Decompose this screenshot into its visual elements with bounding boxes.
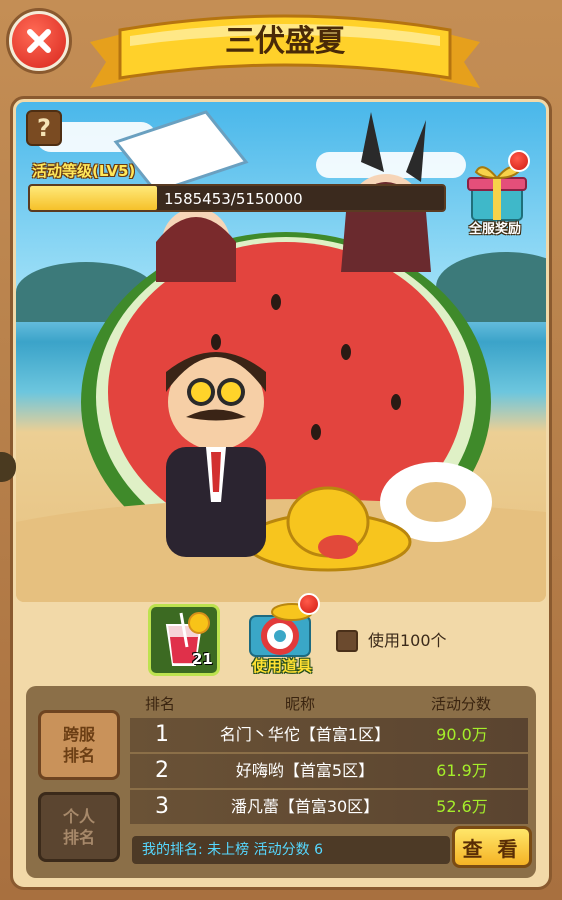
server-reward-label: 全服奖励 [468, 222, 521, 237]
tab-personal-ranking[interactable]: 个人排名 [38, 792, 120, 862]
header-score: 活动分数 [430, 695, 491, 713]
row-score: 61.9万 [436, 761, 488, 780]
progress-fill [30, 186, 158, 210]
tab-cross-server-ranking[interactable]: 跨服排名 [38, 710, 120, 780]
question-mark-icon: ? [37, 114, 51, 142]
use-100-checkbox[interactable] [336, 630, 358, 652]
header-rank: 排名 [144, 695, 175, 713]
use-item-notification-dot [298, 593, 320, 615]
tab-personal-label: 个人排名 [62, 807, 95, 847]
reward-notification-dot [508, 150, 530, 172]
row-score: 90.0万 [436, 725, 488, 744]
view-button[interactable]: 查 看 [452, 826, 532, 868]
activity-progress-bar: 1585453/5150000 [28, 184, 446, 212]
row-name: 好嗨哟【首富5区】 [235, 761, 375, 780]
help-button[interactable]: ? [26, 110, 62, 146]
tab-cross-server-label: 跨服排名 [62, 725, 95, 765]
progress-text: 1585453/5150000 [164, 190, 303, 208]
row-name: 潘凡蕾【首富30区】 [230, 797, 380, 816]
close-icon [12, 14, 66, 68]
drink-item-count: 21 [192, 650, 213, 668]
header-nickname: 昵称 [284, 695, 315, 713]
table-row[interactable]: 1 名门丶华佗【首富1区】 90.0万 [130, 718, 528, 752]
use-item-label: 使用道具 [251, 657, 312, 675]
activity-level-label: 活动等级(LV5) [32, 162, 136, 180]
row-score: 52.6万 [436, 797, 488, 816]
use-100-label: 使用100个 [368, 631, 447, 650]
my-rank-text: 我的排名: 未上榜 活动分数 6 [142, 842, 323, 858]
table-row[interactable]: 2 好嗨哟【首富5区】 61.9万 [130, 754, 528, 788]
page-title: 三伏盛夏 [225, 24, 345, 59]
row-name: 名门丶华佗【首富1区】 [219, 725, 391, 744]
table-row[interactable]: 3 潘凡蕾【首富30区】 52.6万 [130, 790, 528, 824]
row-rank: 3 [155, 794, 169, 819]
row-rank: 2 [155, 758, 169, 783]
row-rank: 1 [155, 722, 169, 747]
close-button[interactable] [6, 8, 72, 74]
